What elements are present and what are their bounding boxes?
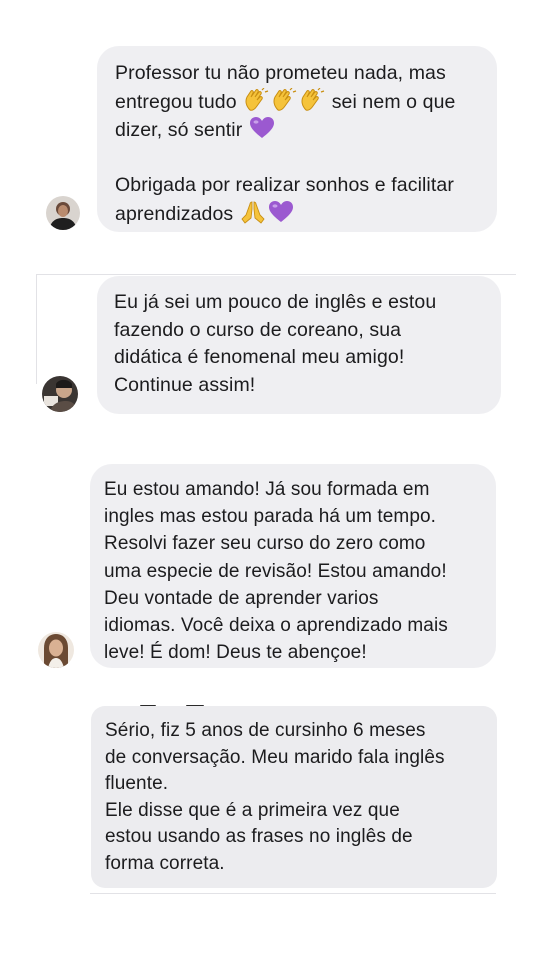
message-text: aprendizados: [115, 202, 239, 225]
divider-line: [90, 893, 496, 894]
folded-hands-icon: [240, 200, 266, 224]
message-text: Sério, fiz 5 anos de cursinho 6 meses de…: [105, 720, 445, 874]
divider-line: [36, 274, 516, 275]
message-bubble: Eu estou amando! Já sou formada em ingle…: [90, 464, 496, 668]
message-bubble: Eu já sei um pouco de inglês e estou faz…: [97, 276, 501, 414]
message-text: Professor tu não prometeu nada, mas: [115, 62, 446, 84]
purple-heart-icon: [268, 200, 294, 224]
avatar[interactable]: [38, 632, 74, 668]
message-text: Eu já sei um pouco de inglês e estou faz…: [114, 291, 437, 396]
message-text: entregou tudo: [115, 90, 243, 113]
message-bubble: Sério, fiz 5 anos de cursinho 6 meses de…: [91, 706, 497, 888]
purple-heart-icon: [249, 116, 275, 140]
clapping-hands-icon: [271, 87, 297, 112]
avatar[interactable]: [42, 376, 78, 412]
clapping-hands-icon: [243, 87, 269, 112]
message-text: Eu estou amando! Já sou formada em ingle…: [104, 479, 448, 664]
message-text: sei nem o que: [326, 90, 456, 113]
message-bubble: Professor tu não prometeu nada, mas entr…: [97, 46, 497, 232]
message-text: dizer, só sentir: [115, 119, 248, 141]
avatar[interactable]: [46, 196, 80, 230]
clapping-hands-icon: [299, 87, 325, 112]
message-text: Obrigada por realizar sonhos e facilitar: [115, 174, 454, 196]
divider-line: [36, 274, 37, 384]
